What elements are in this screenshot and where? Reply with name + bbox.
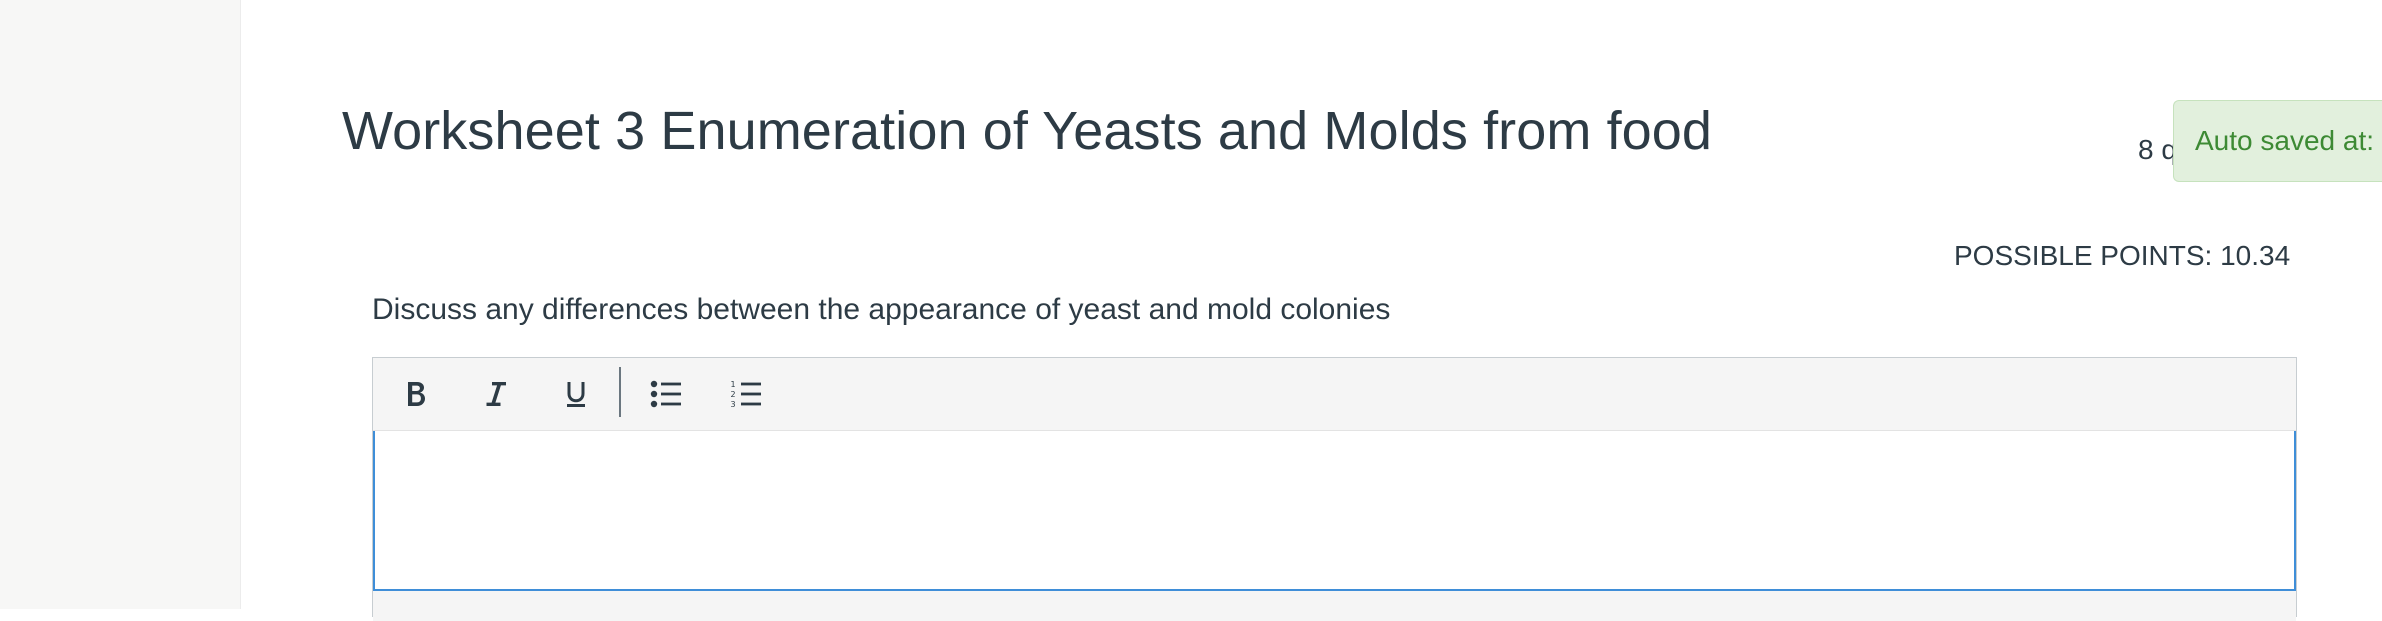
- svg-text:3: 3: [731, 400, 736, 409]
- editor-toolbar: 1 2 3: [373, 358, 2296, 431]
- svg-text:2: 2: [731, 390, 736, 399]
- editor-status-bar: [373, 591, 2296, 621]
- bullet-list-button[interactable]: [640, 370, 692, 418]
- svg-text:1: 1: [731, 380, 736, 389]
- numbered-list-button[interactable]: 1 2 3: [720, 370, 772, 418]
- underline-icon: [564, 379, 588, 409]
- possible-points: POSSIBLE POINTS: 10.34: [1954, 240, 2291, 271]
- answer-text-area[interactable]: [373, 431, 2296, 591]
- bullet-list-icon: [650, 379, 682, 409]
- toolbar-separator: [619, 367, 621, 417]
- italic-button[interactable]: [470, 370, 522, 418]
- question-count: 8 q: [2138, 134, 2177, 165]
- autosave-text: Auto saved at:: [2195, 125, 2375, 156]
- bold-icon: [404, 379, 428, 409]
- question-prompt: Discuss any differences between the appe…: [372, 293, 1391, 326]
- page-title: Worksheet 3 Enumeration of Yeasts and Mo…: [342, 101, 1713, 161]
- numbered-list-icon: 1 2 3: [730, 378, 762, 410]
- rich-text-editor: 1 2 3: [372, 357, 2297, 621]
- bold-button[interactable]: [390, 370, 442, 418]
- underline-button[interactable]: [550, 370, 602, 418]
- autosave-notice: Auto saved at:: [2173, 100, 2382, 182]
- italic-icon: [483, 379, 509, 409]
- left-navigation-rail: [0, 0, 241, 609]
